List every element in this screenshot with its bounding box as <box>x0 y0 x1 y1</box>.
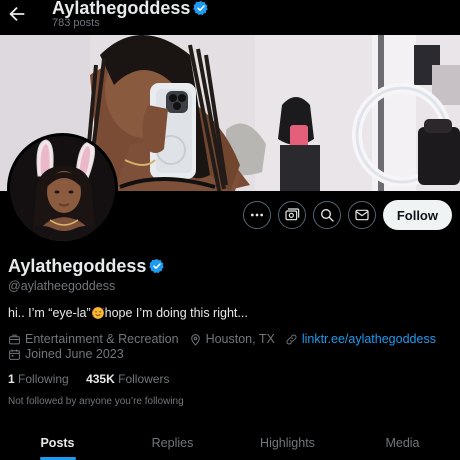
calendar-icon <box>9 349 20 360</box>
message-button[interactable] <box>347 201 376 229</box>
post-count: 783 posts <box>52 17 100 29</box>
profile-meta-row-2: Joined June 2023 <box>8 347 134 361</box>
tab-posts[interactable]: Posts <box>0 428 115 460</box>
not-followed-notice: Not followed by anyone you’re following <box>8 396 184 407</box>
arrow-left-icon <box>9 6 25 22</box>
following-count: 1 <box>8 372 15 386</box>
followers-stat[interactable]: 435K Followers <box>86 372 169 386</box>
profile-meta-row-1: Entertainment & Recreation Houston, TX l… <box>8 332 446 346</box>
profile-location: Houston, TX <box>189 332 275 346</box>
follow-stats: 1 Following 435K Followers <box>8 372 183 386</box>
location-pin-icon <box>190 333 200 346</box>
joined-text: Joined June 2023 <box>25 347 124 361</box>
more-button[interactable] <box>242 201 271 229</box>
verified-badge-icon <box>193 1 209 16</box>
search-button[interactable] <box>312 201 341 229</box>
search-icon <box>320 209 334 222</box>
profile-handle: @aylatheegoddess <box>8 279 116 293</box>
location-text: Houston, TX <box>205 332 275 346</box>
display-name: Aylathegoddess <box>8 256 165 277</box>
profile-bio: hi.. I’m “eye-la” hope I’m doing this rig… <box>8 306 248 320</box>
following-label: Following <box>18 372 69 386</box>
display-name-text: Aylathegoddess <box>8 256 147 276</box>
tab-replies[interactable]: Replies <box>115 428 230 460</box>
followers-label: Followers <box>118 372 170 386</box>
following-stat[interactable]: 1 Following <box>8 372 69 386</box>
follow-button[interactable]: Follow <box>382 200 452 230</box>
category-text: Entertainment & Recreation <box>25 332 179 346</box>
profile-avatar[interactable] <box>7 133 118 244</box>
smiling-face-with-hearts-emoji <box>91 307 104 319</box>
subscribe-button[interactable] <box>277 201 306 229</box>
message-icon <box>355 209 369 221</box>
bio-text-start: hi.. I’m “eye-la” <box>8 306 91 320</box>
profile-category: Entertainment & Recreation <box>8 332 179 346</box>
more-icon <box>250 213 263 217</box>
briefcase-icon <box>9 334 20 344</box>
tab-media[interactable]: Media <box>345 428 460 460</box>
header-title-text: Aylathegoddess <box>52 0 191 18</box>
link-text[interactable]: linktr.ee/aylathegoddess <box>302 332 436 346</box>
profile-joined: Joined June 2023 <box>8 347 124 361</box>
subscribe-icon <box>285 208 300 221</box>
link-icon <box>286 334 297 344</box>
tab-highlights[interactable]: Highlights <box>230 428 345 460</box>
top-bar: Aylathegoddess 783 posts <box>0 0 460 35</box>
profile-tabs: Posts Replies Highlights Media <box>0 428 460 460</box>
back-button[interactable] <box>6 3 28 25</box>
followers-count: 435K <box>86 372 115 386</box>
bio-text-end: hope I’m doing this right... <box>104 306 248 320</box>
profile-actions: Follow <box>242 199 452 231</box>
profile-link[interactable]: linktr.ee/aylathegoddess <box>285 332 436 346</box>
verified-badge-icon <box>149 259 165 274</box>
